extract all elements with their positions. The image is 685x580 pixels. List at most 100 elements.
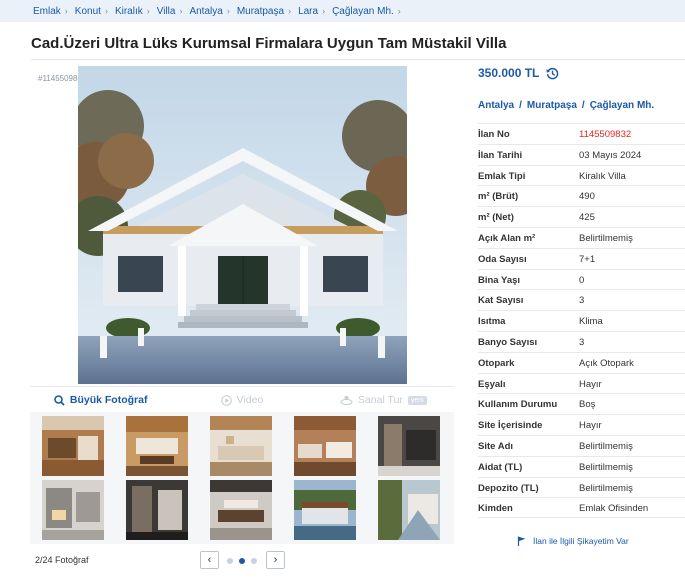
location-district[interactable]: Muratpaşa bbox=[527, 100, 577, 111]
detail-row: Emlak Tipi Kiralık Villa bbox=[478, 164, 685, 186]
breadcrumb-item[interactable]: Muratpaşa bbox=[237, 6, 284, 17]
chevron-right-icon: › bbox=[397, 6, 401, 16]
detail-row: Bina Yaşı 0 bbox=[478, 268, 685, 290]
breadcrumb-item[interactable]: Konut bbox=[75, 6, 101, 17]
detail-value: Belirtilmemiş bbox=[579, 232, 633, 244]
breadcrumb: Emlak › Konut › Kiralık › Villa › Antalya › Muratp… bbox=[0, 0, 685, 22]
detail-label: Depozito (TL) bbox=[478, 482, 539, 494]
chevron-right-icon: › bbox=[64, 6, 68, 16]
location-breadcrumb: Antalya / Muratpaşa / Çağlayan Mh. bbox=[478, 100, 654, 111]
breadcrumb-item[interactable]: Çağlayan Mh. bbox=[332, 6, 394, 17]
chevron-left-icon: ‹ bbox=[207, 554, 212, 566]
detail-value: 03 Mayıs 2024 bbox=[579, 149, 642, 161]
thumbnail-7[interactable] bbox=[126, 480, 188, 540]
main-photo[interactable] bbox=[78, 66, 407, 384]
breadcrumb-item[interactable]: Antalya bbox=[189, 6, 222, 17]
detail-label: Site Adı bbox=[478, 440, 514, 452]
detail-value: 7+1 bbox=[579, 253, 596, 265]
chevron-right-icon: › bbox=[104, 6, 108, 16]
location-city[interactable]: Antalya bbox=[478, 100, 514, 111]
thumbnail-image bbox=[378, 480, 440, 540]
detail-value: 3 bbox=[579, 295, 585, 307]
play-icon bbox=[220, 394, 232, 406]
next-photo-button[interactable]: › bbox=[266, 551, 285, 569]
prev-photo-button[interactable]: ‹ bbox=[200, 551, 219, 569]
location-separator: / bbox=[581, 100, 585, 111]
detail-row: Site Adı Belirtilmemiş bbox=[478, 434, 685, 456]
detail-row: Banyo Sayısı 3 bbox=[478, 330, 685, 352]
detail-value: Açık Otopark bbox=[579, 357, 634, 369]
pager-dot-2[interactable] bbox=[239, 558, 245, 564]
thumbnail-image bbox=[42, 480, 104, 540]
flag-icon bbox=[517, 536, 526, 546]
tab-big-photo-label: Büyük Fotoğraf bbox=[69, 394, 148, 406]
report-listing-link[interactable]: İlan ile İlgili Şikayetim Var bbox=[517, 536, 629, 546]
detail-value: Hayır bbox=[579, 378, 602, 390]
breadcrumb-item[interactable]: Lara bbox=[298, 6, 318, 17]
detail-label: Banyo Sayısı bbox=[478, 336, 538, 348]
pager-dot-3[interactable] bbox=[251, 558, 257, 564]
thumbnail-image bbox=[294, 480, 356, 540]
tab-big-photo[interactable]: Büyük Fotoğraf bbox=[30, 387, 171, 413]
thumbnail-5[interactable] bbox=[378, 416, 440, 476]
thumbnail-image bbox=[210, 480, 272, 540]
page-title: Cad.Üzeri Ultra Lüks Kurumsal Firmalara … bbox=[31, 35, 507, 52]
location-neighborhood[interactable]: Çağlayan Mh. bbox=[590, 100, 654, 111]
chevron-right-icon: › bbox=[288, 6, 292, 16]
thumbnail-image bbox=[294, 416, 356, 476]
thumbnail-image bbox=[42, 416, 104, 476]
detail-value: Emlak Ofisinden bbox=[579, 503, 649, 515]
chevron-right-icon: › bbox=[179, 6, 183, 16]
detail-value: 425 bbox=[579, 212, 595, 224]
detail-value: 0 bbox=[579, 274, 585, 286]
detail-label: İlan No bbox=[478, 129, 510, 140]
detail-label: Kat Sayısı bbox=[478, 295, 524, 307]
detail-row: Kullanım Durumu Boş bbox=[478, 393, 685, 414]
new-badge: yeni bbox=[407, 395, 427, 405]
detail-row: Kat Sayısı 3 bbox=[478, 289, 685, 310]
tab-video: Video bbox=[171, 387, 312, 413]
price-row: 350.000 TL bbox=[478, 66, 559, 80]
detail-label: Bina Yaşı bbox=[478, 274, 521, 286]
virtual-tour-icon bbox=[340, 395, 353, 405]
thumbnail-8[interactable] bbox=[210, 480, 272, 540]
thumbnail-4[interactable] bbox=[294, 416, 356, 476]
tab-virtual-tour-label: Sanal Tur bbox=[357, 394, 403, 406]
tab-virtual-tour: Sanal Tur yeni bbox=[313, 387, 454, 413]
chevron-right-icon: › bbox=[146, 6, 150, 16]
detail-label: Emlak Tipi bbox=[478, 170, 526, 182]
detail-value: 3 bbox=[579, 336, 585, 348]
detail-row: İlan No 1145509832 bbox=[478, 123, 685, 144]
pager-dot-1[interactable] bbox=[227, 558, 233, 564]
villa-photo-image bbox=[78, 66, 407, 384]
price-history-icon[interactable] bbox=[546, 67, 559, 80]
breadcrumb-item[interactable]: Emlak bbox=[33, 6, 61, 17]
detail-label: Aidat (TL) bbox=[478, 461, 523, 473]
photo-count: 2/24 Fotoğraf bbox=[35, 555, 89, 565]
detail-value: Boş bbox=[579, 399, 596, 411]
breadcrumb-item[interactable]: Villa bbox=[157, 6, 176, 17]
detail-value: Hayır bbox=[579, 420, 602, 432]
thumbnail-image bbox=[126, 416, 188, 476]
thumbnail-3[interactable] bbox=[210, 416, 272, 476]
detail-value: Belirtilmemiş bbox=[579, 482, 633, 494]
detail-row: Site İçerisinde Hayır bbox=[478, 414, 685, 435]
thumbnail-10[interactable] bbox=[378, 480, 440, 540]
gallery-pager: 2/24 Fotoğraf ‹ › bbox=[30, 548, 454, 572]
thumbnail-6[interactable] bbox=[42, 480, 104, 540]
chevron-right-icon: › bbox=[226, 6, 230, 16]
detail-label: m² (Net) bbox=[478, 212, 514, 224]
thumbnail-1[interactable] bbox=[42, 416, 104, 476]
detail-value: Belirtilmemiş bbox=[579, 461, 633, 473]
thumbnail-9[interactable] bbox=[294, 480, 356, 540]
detail-row: Açık Alan m² Belirtilmemiş bbox=[478, 226, 685, 248]
detail-label: Site İçerisinde bbox=[478, 420, 543, 432]
listing-details: İlan No 1145509832 İlan Tarihi 03 Mayıs 202… bbox=[478, 123, 685, 519]
detail-row: m² (Brüt) 490 bbox=[478, 185, 685, 206]
detail-value: Belirtilmemiş bbox=[579, 440, 633, 452]
breadcrumb-item[interactable]: Kiralık bbox=[115, 6, 143, 17]
thumbnail-image bbox=[126, 480, 188, 540]
thumbnail-2[interactable] bbox=[126, 416, 188, 476]
detail-label: m² (Brüt) bbox=[478, 191, 519, 203]
detail-row: Eşyalı Hayır bbox=[478, 372, 685, 394]
